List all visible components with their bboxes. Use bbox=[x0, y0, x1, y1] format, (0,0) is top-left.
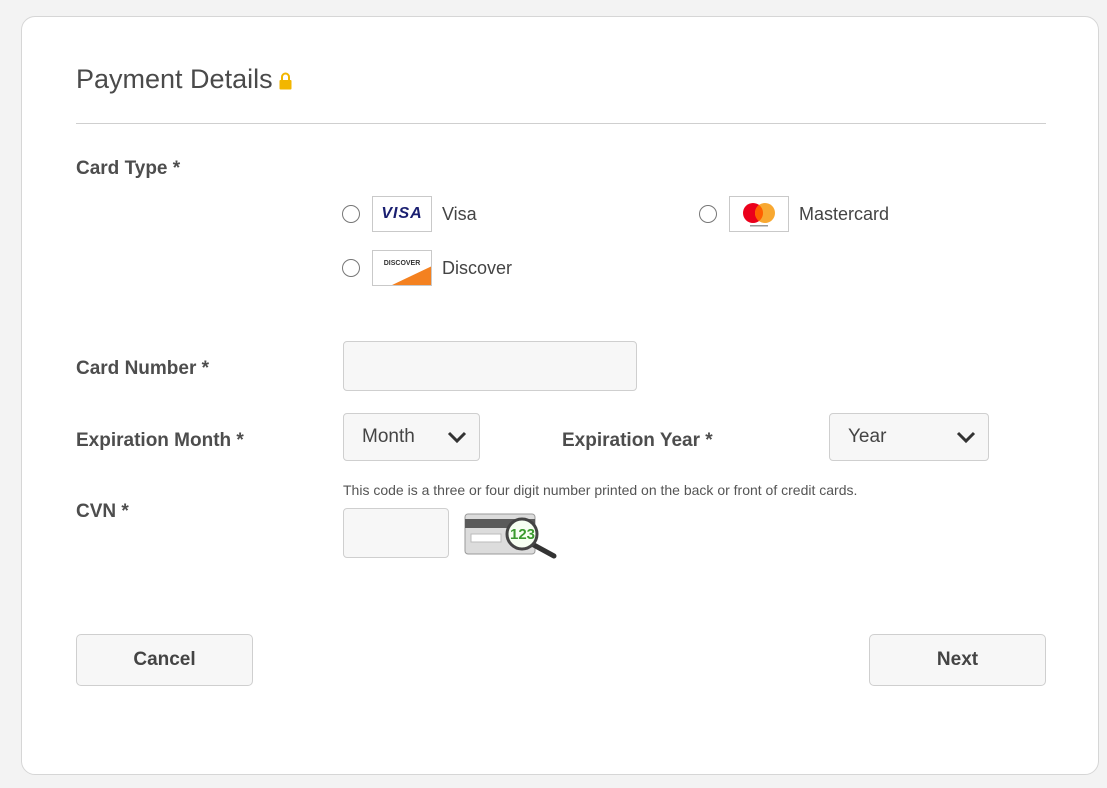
expiration-month-value: Month bbox=[362, 426, 415, 447]
next-button[interactable]: Next bbox=[869, 634, 1046, 686]
card-type-option-visa[interactable]: VISA Visa bbox=[342, 196, 477, 232]
title-divider bbox=[76, 123, 1046, 124]
discover-stripe-icon bbox=[392, 266, 431, 285]
card-type-option-mastercard[interactable]: Mastercard bbox=[699, 196, 889, 232]
cvn-help-image-text: 123 bbox=[510, 526, 536, 543]
expiration-year-select[interactable]: Year bbox=[829, 413, 989, 461]
cancel-button[interactable]: Cancel bbox=[76, 634, 253, 686]
discover-logo: DISCOVER bbox=[372, 250, 432, 286]
page-title-text: Payment Details bbox=[76, 64, 273, 94]
cvn-label: CVN * bbox=[76, 501, 129, 522]
card-number-input[interactable] bbox=[343, 341, 637, 391]
expiration-year-label: Expiration Year * bbox=[562, 430, 713, 451]
page-title: Payment Details bbox=[76, 64, 292, 95]
expiration-year-value: Year bbox=[848, 426, 887, 447]
card-number-label: Card Number * bbox=[76, 358, 210, 379]
cvn-input[interactable] bbox=[343, 508, 449, 558]
visa-label: Visa bbox=[442, 203, 477, 224]
expiration-month-label: Expiration Month * bbox=[76, 430, 244, 451]
discover-radio[interactable] bbox=[342, 259, 360, 277]
chevron-down-icon bbox=[956, 431, 976, 444]
lock-icon bbox=[279, 72, 292, 89]
chevron-down-icon bbox=[447, 431, 467, 444]
card-type-option-discover[interactable]: DISCOVER Discover bbox=[342, 250, 512, 286]
mastercard-circles-icon bbox=[743, 203, 775, 227]
mastercard-radio[interactable] bbox=[699, 205, 717, 223]
card-type-label: Card Type * bbox=[76, 158, 181, 179]
expiration-month-select[interactable]: Month bbox=[343, 413, 480, 461]
mastercard-logo bbox=[729, 196, 789, 232]
cvn-help-image: 123 bbox=[464, 506, 558, 560]
mastercard-label: Mastercard bbox=[799, 203, 890, 224]
visa-logo: VISA bbox=[372, 196, 432, 232]
discover-label: Discover bbox=[442, 257, 513, 278]
visa-radio[interactable] bbox=[342, 205, 360, 223]
cvn-hint: This code is a three or four digit numbe… bbox=[343, 482, 858, 498]
